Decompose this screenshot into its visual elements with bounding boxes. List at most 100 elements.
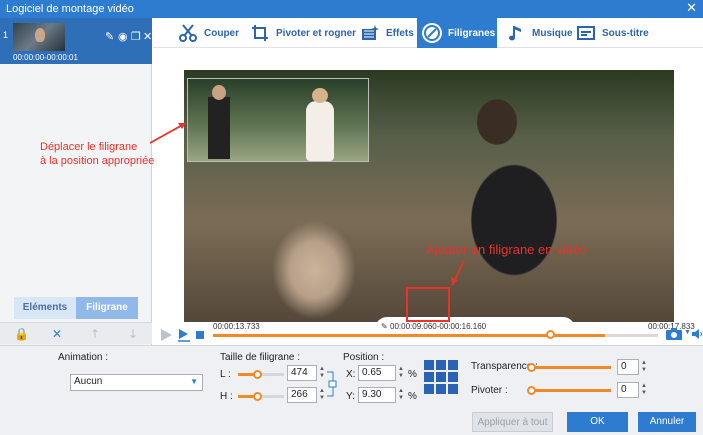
left-tabs: Eléments Filigrane [14,297,138,319]
selection-range: 00:00:09.060-00:00:16.160 [390,322,487,331]
music-icon [505,22,527,44]
title-bar: Logiciel de montage vidéo ✕ [0,0,703,18]
x-stepper[interactable]: ▲ ▼ [397,366,405,380]
tab-couper[interactable]: Couper [177,18,239,48]
tab-effects[interactable]: Effets [359,18,414,48]
position-cell[interactable] [448,372,458,382]
play-icon[interactable] [159,328,173,342]
delete-icon[interactable]: ✕ [52,327,62,341]
height-field[interactable]: 266 [287,387,317,403]
copy-icon[interactable]: ❐ [131,30,141,43]
tab-label: Pivoter et rogner [276,27,357,39]
position-cell[interactable] [436,384,446,394]
width-stepper[interactable]: ▲ ▼ [318,366,326,380]
pencil-icon[interactable]: ✎ [381,322,388,331]
x-field[interactable]: 0.65 [358,365,396,381]
tab-rotate-crop[interactable]: Pivoter et rogner [249,18,356,48]
camera-icon[interactable] [665,327,683,341]
y-field[interactable]: 9.30 [358,387,396,403]
height-slider[interactable] [238,392,284,401]
preview-area: T [153,48,703,346]
tab-watermarks[interactable]: Filigranes [417,18,497,48]
current-time: 00:00:13.733 [213,322,260,331]
lock-icon[interactable]: 🔒 [14,327,29,341]
transparency-slider[interactable] [527,363,611,372]
position-cell[interactable] [424,372,434,382]
aspect-lock-icon[interactable] [326,371,338,397]
volume-icon[interactable] [691,328,703,340]
annotation-move-watermark: Déplacer le filigrane à la position appr… [40,141,155,167]
tab-label: Effets [386,27,414,39]
eye-icon[interactable]: ◉ [118,30,128,43]
close-window-button[interactable]: ✕ [686,1,697,16]
arrow-annotation-icon [149,122,187,144]
apply-all-button[interactable]: Appliquer à tout [472,412,553,432]
rotate-field[interactable]: 0 [617,382,639,398]
tab-elements[interactable]: Eléments [14,297,76,319]
tab-watermark[interactable]: Filigrane [76,297,138,319]
clip-time: 00:00:00-00:00:01 [13,53,78,62]
pencil-icon[interactable]: ✎ [105,30,114,43]
arrow-up-icon[interactable]: ↑ [90,327,100,341]
left-actions: 🔒 ✕ ↑ ↓ [0,322,152,344]
arrow-down-icon[interactable]: ↓ [128,327,138,341]
watermark-person [208,85,230,159]
ok-button[interactable]: OK [567,412,628,432]
rotate-stepper[interactable]: ▲ ▼ [640,383,648,397]
x-percent: % [408,369,417,380]
chevron-down-icon: ▼ [190,377,198,386]
watermark-video[interactable] [187,78,369,162]
width-field[interactable]: 474 [287,365,317,381]
width-slider[interactable] [238,370,284,379]
x-label: X: [346,369,356,380]
left-panel: 1 ✎ ◉ ❐ ✕ 00:00:00-00:00:01 Eléments Fil… [0,18,152,345]
position-cell[interactable] [448,384,458,394]
y-label: Y: [346,391,355,402]
annotation-add-video-watermark: Ajouter un filigrane en vidéo [426,242,588,257]
rotate-slider[interactable] [527,386,611,395]
scissors-icon [177,22,199,44]
arrow-annotation-icon [451,259,465,286]
tab-music[interactable]: Musique [505,18,573,48]
tab-subtitle[interactable]: Sous-titre [575,18,649,48]
highlight-box [406,287,450,322]
top-toolbar: Couper Pivoter et rogner Effets Filigran… [153,18,703,48]
position-cell[interactable] [424,384,434,394]
timeline: 00:00:13.733 ✎ 00:00:09.060-00:00:16.160… [153,322,703,345]
tab-label: Couper [204,27,239,39]
close-icon[interactable]: ✕ [143,30,152,43]
position-cell[interactable] [436,372,446,382]
transparency-field[interactable]: 0 [617,359,639,375]
settings-panel: Animation : Aucun ▼ Taille de filigrane … [0,345,703,435]
timeline-handle[interactable] [546,330,555,339]
timeline-track[interactable] [213,334,658,337]
y-percent: % [408,391,417,402]
animation-select[interactable]: Aucun ▼ [70,374,203,391]
cancel-button[interactable]: Annuler [638,412,696,432]
tab-label: Sous-titre [602,27,649,39]
stop-icon[interactable] [195,330,205,340]
effects-icon [359,22,381,44]
rotate-label: Pivoter : [471,385,508,396]
clip-item[interactable]: 1 ✎ ◉ ❐ ✕ 00:00:00-00:00:01 [0,18,152,64]
animation-label: Animation : [58,352,109,363]
size-label: Taille de filigrane : [220,352,301,363]
position-cell[interactable] [424,360,434,370]
y-stepper[interactable]: ▲ ▼ [397,388,405,402]
position-cell[interactable] [436,360,446,370]
watermark-icon [421,22,443,44]
position-cell[interactable] [448,360,458,370]
height-label: H : [220,391,233,402]
position-grid[interactable] [424,360,458,394]
play-selection-icon[interactable] [177,328,191,342]
height-stepper[interactable]: ▲ ▼ [318,388,326,402]
transparency-stepper[interactable]: ▲ ▼ [640,360,648,374]
tab-label: Filigranes [448,27,496,39]
width-label: L : [220,369,231,380]
clip-thumbnail[interactable] [13,23,65,51]
crop-rotate-icon [249,22,271,44]
subtitle-icon [575,22,597,44]
chevron-down-icon[interactable]: ▼ [684,329,691,336]
tab-label: Musique [532,27,573,39]
window-title: Logiciel de montage vidéo [6,3,134,15]
